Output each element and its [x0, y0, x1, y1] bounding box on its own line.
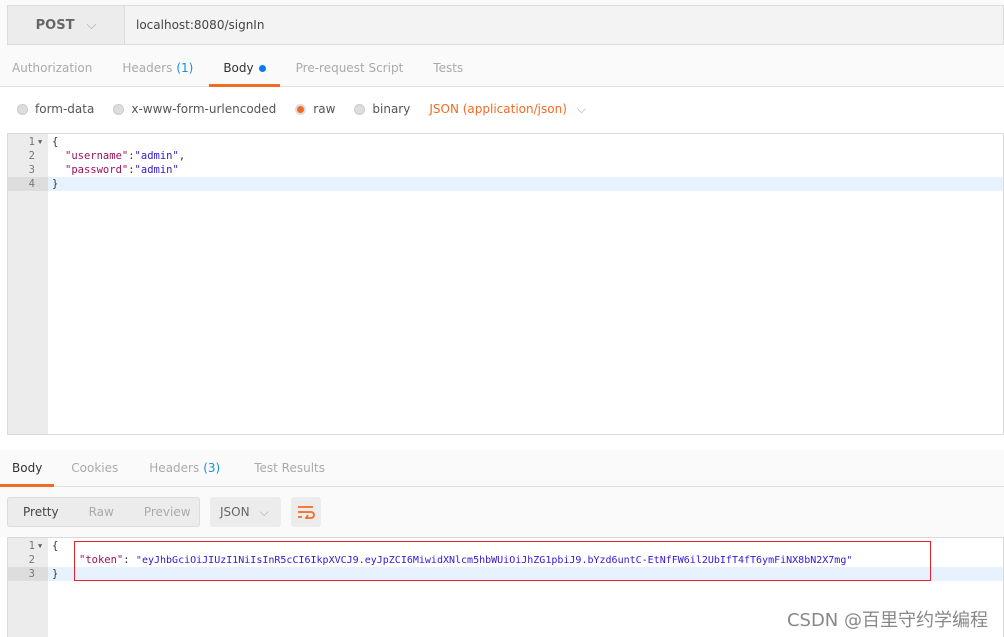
raw-button[interactable]: Raw: [74, 505, 129, 519]
radio-label: x-www-form-urlencoded: [131, 102, 277, 116]
tab-body[interactable]: Body: [209, 50, 280, 87]
tab-response-headers[interactable]: Headers (3): [132, 450, 234, 486]
line-number: 1: [28, 136, 35, 148]
code-text: }: [52, 178, 59, 190]
chevron-down-icon: ⌵: [86, 17, 97, 33]
watermark: CSDN @百里守约学编程: [786, 610, 988, 631]
tab-label: Authorization: [12, 61, 93, 75]
radio-label: form-data: [35, 102, 95, 116]
chevron-down-icon: ⌵: [576, 101, 586, 116]
method-label: POST: [35, 17, 75, 33]
method-select[interactable]: POST ⌵: [7, 5, 125, 45]
line-number: 1: [28, 540, 35, 552]
fold-arrow-icon[interactable]: ▼: [38, 539, 42, 553]
tab-tests[interactable]: Tests: [417, 50, 477, 86]
radio-selected-icon: [295, 103, 307, 115]
line-number: 3: [28, 164, 35, 176]
url-input[interactable]: localhost:8080/signIn: [124, 5, 1004, 45]
radio-icon: [113, 103, 125, 115]
code-text: {: [52, 136, 59, 148]
tab-headers[interactable]: Headers (1): [106, 50, 209, 86]
wrap-lines-button[interactable]: [291, 497, 321, 527]
tab-authorization[interactable]: Authorization: [0, 50, 106, 86]
line-number: 3: [8, 567, 48, 581]
tab-label: Headers: [122, 61, 173, 75]
tab-label: Tests: [433, 61, 464, 75]
tab-label: Body: [12, 461, 43, 475]
request-body-editor[interactable]: 1 ▼{ 2 "username":"admin", 3 "password":"ad…: [7, 133, 1004, 435]
tab-cookies[interactable]: Cookies: [54, 450, 132, 486]
json-key: "username": [65, 150, 129, 162]
wrap-icon: [298, 506, 315, 519]
format-label: JSON: [220, 505, 250, 519]
code-text: }: [52, 568, 59, 580]
code-text: {: [52, 540, 59, 552]
content-type-label: JSON (application/json): [429, 102, 567, 116]
comma: ,: [178, 150, 186, 162]
radio-icon: [354, 103, 366, 115]
code-line: 3 "password":"admin": [8, 163, 1003, 177]
tab-label: Headers: [149, 461, 200, 475]
line-number: 4: [8, 177, 48, 191]
line-number: 2: [28, 150, 35, 162]
token-highlight-box: [74, 541, 931, 581]
code-line: 1 ▼ {: [8, 135, 1003, 149]
body-mode-options: form-data x-www-form-urlencoded raw bina…: [0, 88, 1004, 130]
response-toolbar: Pretty Raw Preview JSON ⌵: [0, 487, 1004, 537]
radio-raw[interactable]: raw: [295, 102, 335, 116]
radio-urlencoded[interactable]: x-www-form-urlencoded: [113, 102, 276, 116]
json-value: "admin": [134, 150, 179, 162]
code-line: 4}: [8, 177, 1003, 191]
tab-test-results[interactable]: Test Results: [234, 450, 339, 486]
tab-label: Pre-request Script: [295, 61, 404, 75]
preview-button[interactable]: Preview: [129, 505, 206, 519]
fold-arrow-icon[interactable]: ▼: [38, 135, 42, 149]
tab-pre-request-script[interactable]: Pre-request Script: [280, 50, 418, 86]
content-type-select[interactable]: JSON (application/json) ⌵: [429, 102, 586, 117]
format-select[interactable]: JSON ⌵: [210, 497, 281, 527]
line-number: 2: [28, 554, 35, 566]
pretty-button[interactable]: Pretty: [8, 505, 74, 519]
radio-label: raw: [313, 102, 336, 116]
code-line: 2 "username":"admin",: [8, 149, 1003, 163]
request-tabs: Authorization Headers (1) Body Pre-reques…: [0, 50, 1004, 87]
tab-label: Body: [223, 61, 254, 75]
response-tabs: Body Cookies Headers (3) Test Results: [0, 450, 1004, 487]
headers-count: (1): [176, 61, 194, 75]
modified-dot-icon: [258, 64, 266, 72]
radio-form-data[interactable]: form-data: [17, 102, 94, 116]
chevron-down-icon: ⌵: [259, 504, 269, 519]
tab-label: Test Results: [254, 461, 326, 475]
json-key: "password": [65, 164, 129, 176]
json-value: "admin": [134, 164, 179, 176]
headers-count: (3): [203, 461, 221, 475]
radio-icon: [17, 103, 28, 115]
radio-binary[interactable]: binary: [354, 102, 410, 116]
tab-response-body[interactable]: Body: [0, 450, 55, 487]
tab-label: Cookies: [71, 461, 119, 475]
radio-label: binary: [372, 102, 411, 116]
view-mode-group: Pretty Raw Preview: [7, 497, 200, 527]
